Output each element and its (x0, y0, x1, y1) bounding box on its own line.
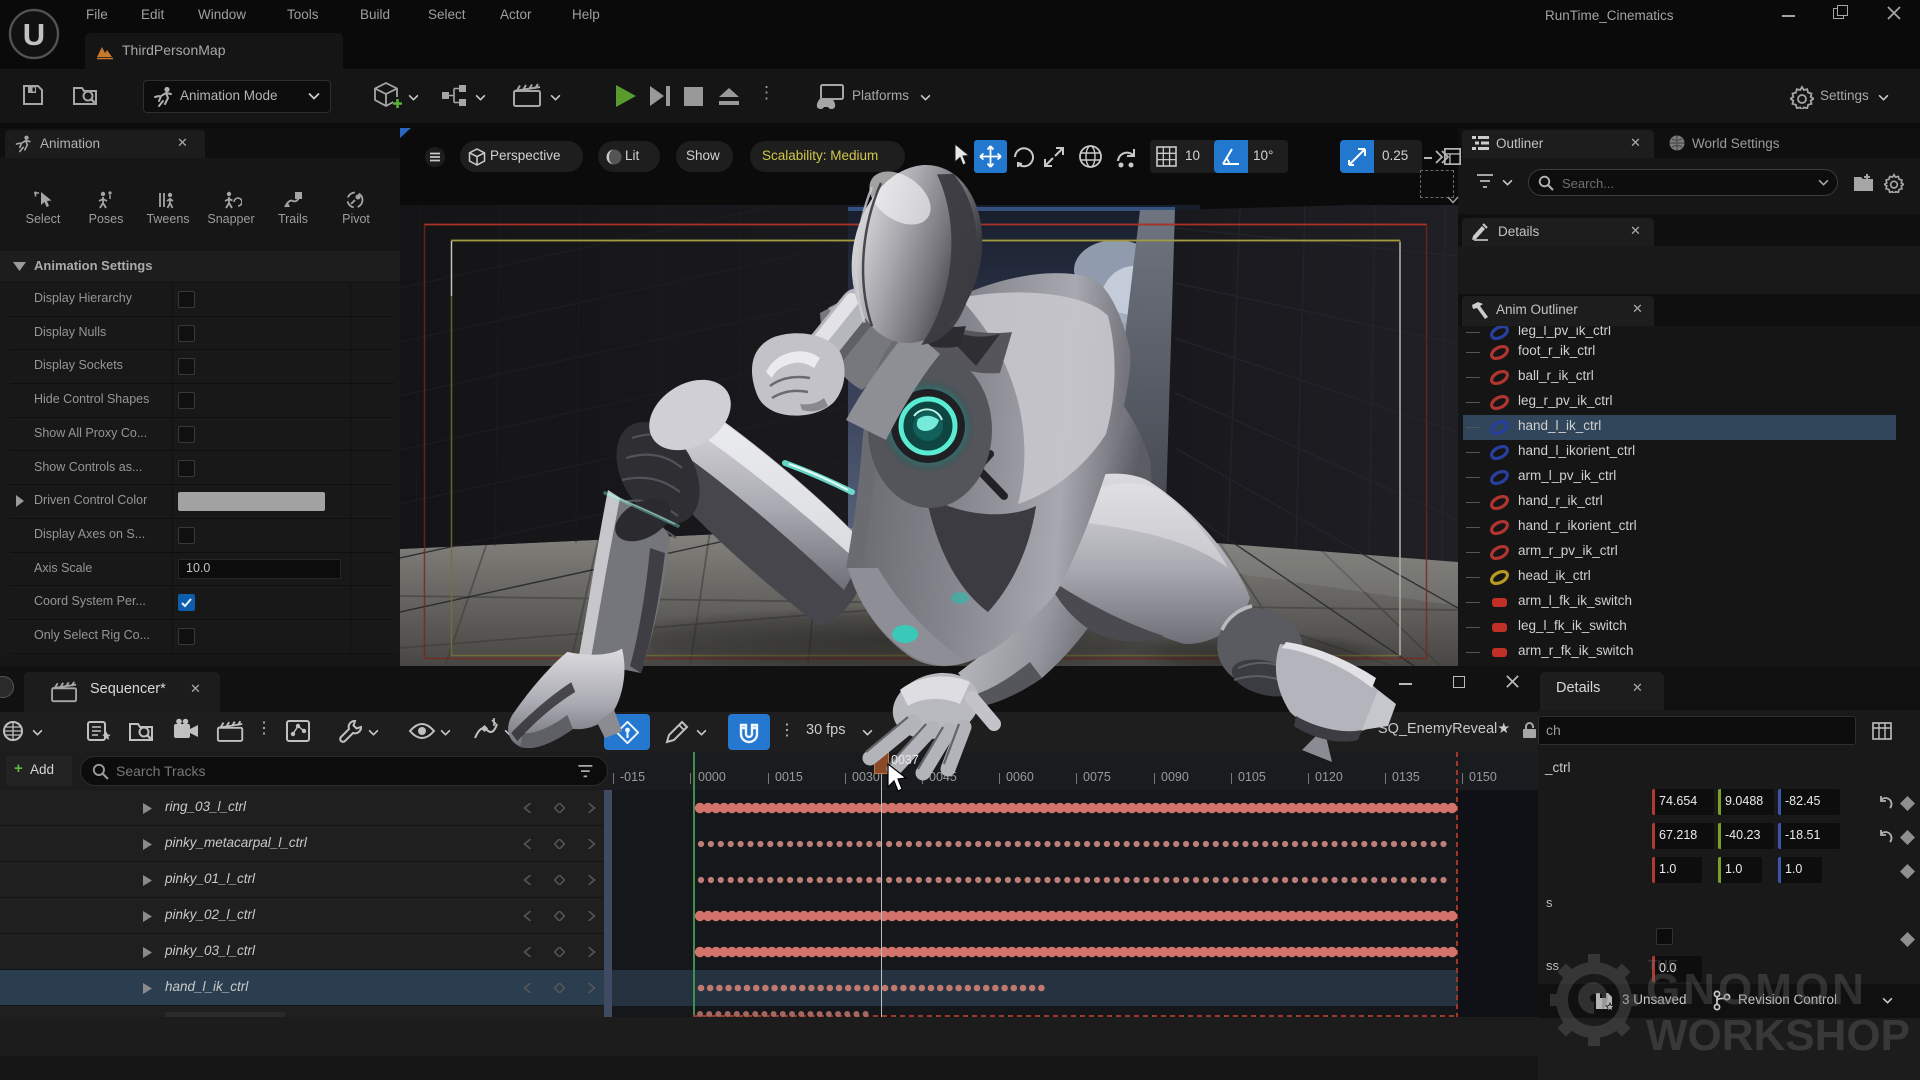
svg-text:U: U (23, 17, 45, 52)
svg-text:WORKSHOP: WORKSHOP (1646, 1011, 1910, 1060)
svg-text:GNOMON: GNOMON (1646, 965, 1867, 1014)
